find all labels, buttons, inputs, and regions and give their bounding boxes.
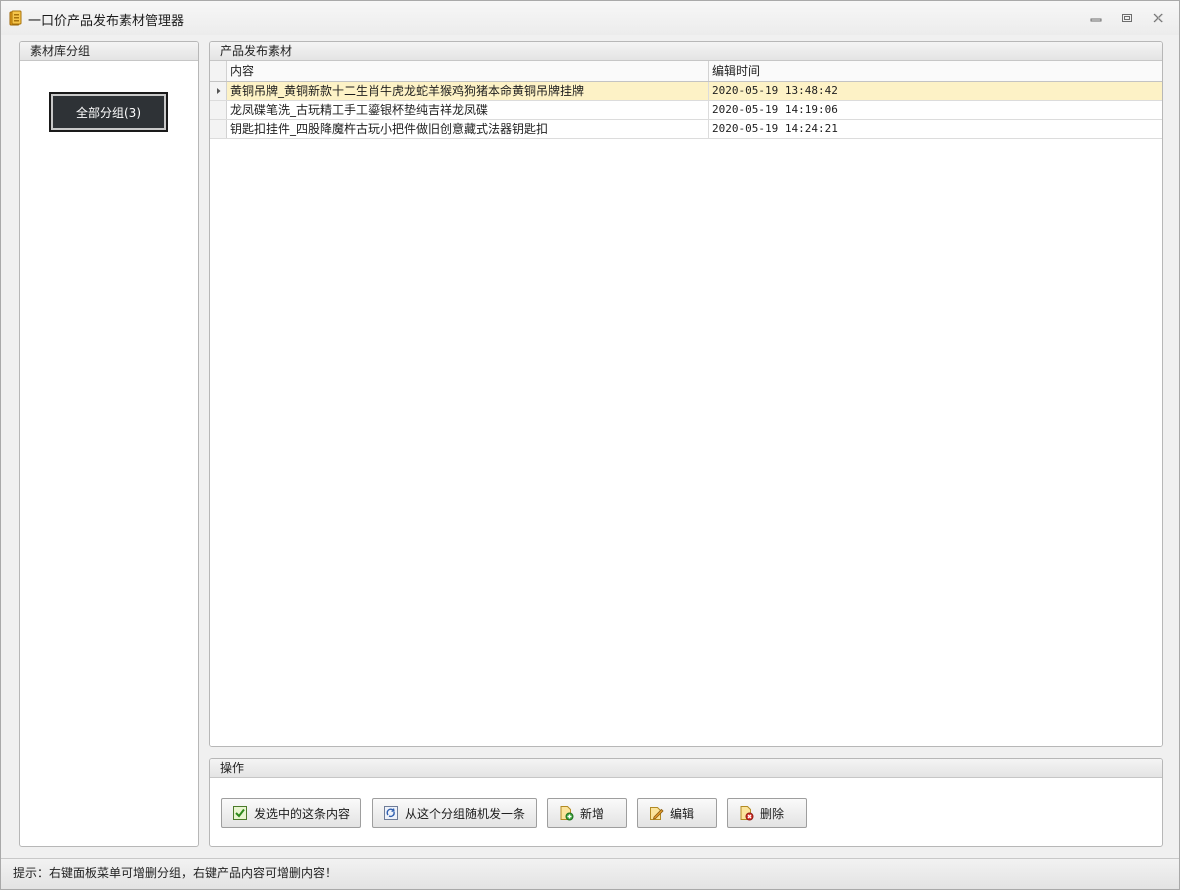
refresh-icon	[384, 806, 398, 820]
row-content: 钥匙扣挂件_四股降魔杵古玩小把件做旧创意藏式法器钥匙扣	[227, 120, 709, 138]
row-indicator	[210, 120, 227, 138]
status-hint-text: 提示：右键面板菜单可增删分组，右键产品内容可增删内容！	[13, 866, 338, 880]
current-row-arrow-icon	[217, 88, 221, 94]
materials-panel[interactable]: 产品发布素材 内容 编辑时间 黄铜吊牌_黄铜新款十二生肖牛虎龙蛇羊猴鸡狗猪本命黄…	[209, 41, 1163, 747]
row-edit-time: 2020-05-19 14:19:06	[712, 103, 838, 116]
group-panel-title: 素材库分组	[20, 42, 198, 61]
column-header-content[interactable]: 内容	[227, 61, 709, 81]
edit-label: 编辑	[670, 806, 695, 821]
app-window: 一口价产品发布素材管理器 素材库分组 全部分组(3) 产品发布素材 内容 编辑时…	[0, 0, 1180, 890]
materials-panel-title: 产品发布素材	[210, 42, 1162, 61]
grid-header: 内容 编辑时间	[210, 61, 1162, 82]
minimize-icon[interactable]	[1087, 10, 1105, 26]
row-content: 黄铜吊牌_黄铜新款十二生肖牛虎龙蛇羊猴鸡狗猪本命黄铜吊牌挂牌	[227, 82, 709, 100]
group-panel[interactable]: 素材库分组 全部分组(3)	[19, 41, 199, 847]
table-row[interactable]: 龙凤碟笔洗_古玩精工手工鎏银杯垫纯吉祥龙凤碟 2020-05-19 14:19:…	[210, 101, 1162, 120]
edit-button[interactable]: 编辑	[637, 798, 717, 828]
row-content: 龙凤碟笔洗_古玩精工手工鎏银杯垫纯吉祥龙凤碟	[227, 101, 709, 119]
table-row[interactable]: 钥匙扣挂件_四股降魔杵古玩小把件做旧创意藏式法器钥匙扣 2020-05-19 1…	[210, 120, 1162, 139]
actions-panel-title: 操作	[210, 759, 1162, 778]
row-indicator	[210, 101, 227, 119]
send-random-button[interactable]: 从这个分组随机发一条	[372, 798, 537, 828]
add-button[interactable]: 新增	[547, 798, 627, 828]
send-random-label: 从这个分组随机发一条	[405, 806, 526, 821]
send-selected-button[interactable]: 发选中的这条内容	[221, 798, 361, 828]
row-indicator	[210, 82, 227, 100]
edit-pencil-icon	[650, 807, 664, 820]
row-edit-time: 2020-05-19 14:24:21	[712, 122, 838, 135]
delete-button[interactable]: 删除	[727, 798, 807, 828]
row-edit-time: 2020-05-19 13:48:42	[712, 84, 838, 97]
app-icon	[9, 10, 23, 26]
group-button-all[interactable]: 全部分组(3)	[49, 92, 168, 132]
materials-grid[interactable]: 内容 编辑时间 黄铜吊牌_黄铜新款十二生肖牛虎龙蛇羊猴鸡狗猪本命黄铜吊牌挂牌 2…	[210, 61, 1162, 746]
delete-document-icon	[740, 806, 754, 821]
close-icon[interactable]	[1149, 10, 1167, 26]
table-row[interactable]: 黄铜吊牌_黄铜新款十二生肖牛虎龙蛇羊猴鸡狗猪本命黄铜吊牌挂牌 2020-05-1…	[210, 82, 1162, 101]
actions-panel: 操作 发选中的这条内容 从这个分组随机发一条 新增 编辑 删除	[209, 758, 1163, 847]
send-selected-label: 发选中的这条内容	[254, 806, 351, 821]
window-title: 一口价产品发布素材管理器	[28, 14, 185, 29]
status-bar: 提示：右键面板菜单可增删分组，右键产品内容可增删内容！	[1, 858, 1179, 889]
title-bar[interactable]: 一口价产品发布素材管理器	[1, 1, 1179, 35]
header-indicator-cell	[210, 61, 227, 81]
add-document-icon	[560, 806, 574, 821]
delete-label: 删除	[760, 806, 785, 821]
column-header-edit-time[interactable]: 编辑时间	[709, 61, 1162, 81]
add-label: 新增	[580, 806, 605, 821]
restore-icon[interactable]	[1118, 10, 1136, 26]
checkbox-check-icon	[233, 806, 247, 820]
